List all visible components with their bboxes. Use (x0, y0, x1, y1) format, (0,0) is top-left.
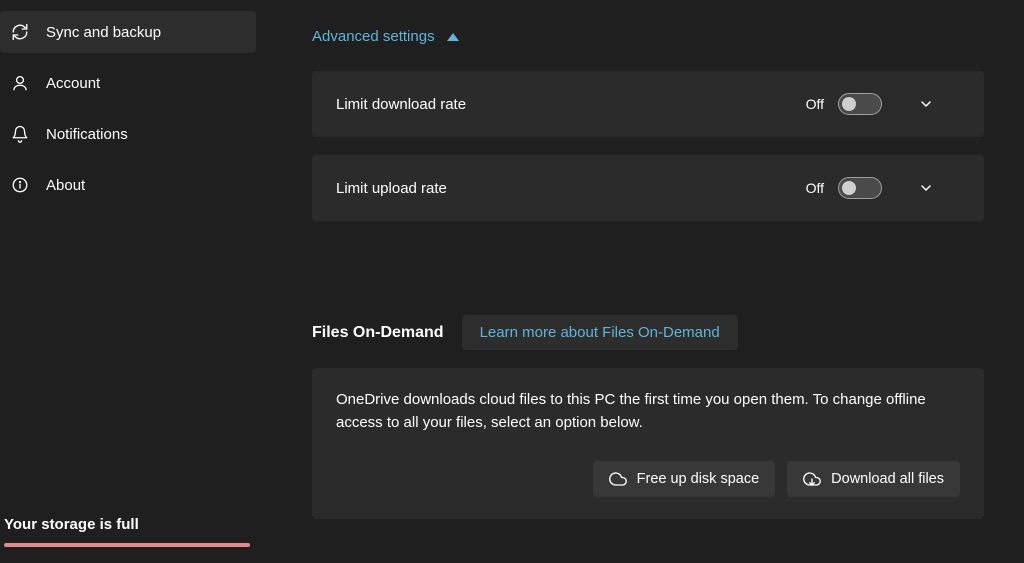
sidebar-item-label: Account (46, 75, 100, 92)
learn-more-files-on-demand[interactable]: Learn more about Files On-Demand (462, 315, 738, 350)
rate-controls: Off (806, 93, 956, 115)
rate-label: Limit upload rate (336, 180, 447, 197)
user-icon (10, 73, 30, 93)
chevron-down-icon (918, 180, 934, 196)
cloud-download-icon (803, 470, 821, 488)
sidebar-item-label: Notifications (46, 126, 128, 143)
sidebar-item-label: About (46, 177, 85, 194)
button-label: Free up disk space (637, 471, 760, 487)
files-on-demand-header: Files On-Demand Learn more about Files O… (312, 315, 984, 350)
sidebar-item-label: Sync and backup (46, 24, 161, 41)
sync-icon (10, 22, 30, 42)
toggle-state-label: Off (806, 180, 824, 196)
files-on-demand-title: Files On-Demand (312, 324, 444, 342)
sidebar-item-notifications[interactable]: Notifications (0, 113, 256, 155)
bell-icon (10, 124, 30, 144)
sidebar-item-about[interactable]: About (0, 164, 256, 206)
sidebar: Sync and backup Account Notifications Ab… (0, 0, 262, 563)
rate-controls: Off (806, 177, 956, 199)
storage-bar (4, 543, 250, 547)
download-rate-toggle[interactable] (838, 93, 882, 115)
sidebar-item-sync-and-backup[interactable]: Sync and backup (0, 11, 256, 53)
files-on-demand-card: OneDrive downloads cloud files to this P… (312, 368, 984, 519)
toggle-state-label: Off (806, 96, 824, 112)
free-up-disk-space-button[interactable]: Free up disk space (593, 461, 776, 497)
toggle-knob (842, 181, 856, 195)
files-on-demand-description: OneDrive downloads cloud files to this P… (336, 388, 960, 435)
upload-rate-toggle[interactable] (838, 177, 882, 199)
expand-upload-rate[interactable] (896, 180, 956, 196)
storage-label: Your storage is full (4, 516, 250, 533)
limit-download-rate-card: Limit download rate Off (312, 71, 984, 137)
sidebar-item-account[interactable]: Account (0, 62, 256, 104)
chevron-down-icon (918, 96, 934, 112)
storage-fill (4, 543, 250, 547)
download-all-files-button[interactable]: Download all files (787, 461, 960, 497)
info-icon (10, 175, 30, 195)
rate-label: Limit download rate (336, 96, 466, 113)
chevron-up-icon (447, 32, 459, 42)
files-on-demand-actions: Free up disk space Download all files (336, 461, 960, 497)
limit-upload-rate-card: Limit upload rate Off (312, 155, 984, 221)
expand-download-rate[interactable] (896, 96, 956, 112)
main-panel: Advanced settings Limit download rate Of… (262, 0, 1024, 563)
storage-status: Your storage is full (0, 516, 250, 547)
button-label: Download all files (831, 471, 944, 487)
advanced-settings-label: Advanced settings (312, 28, 435, 45)
toggle-knob (842, 97, 856, 111)
advanced-settings-toggle[interactable]: Advanced settings (312, 28, 984, 45)
cloud-icon (609, 470, 627, 488)
